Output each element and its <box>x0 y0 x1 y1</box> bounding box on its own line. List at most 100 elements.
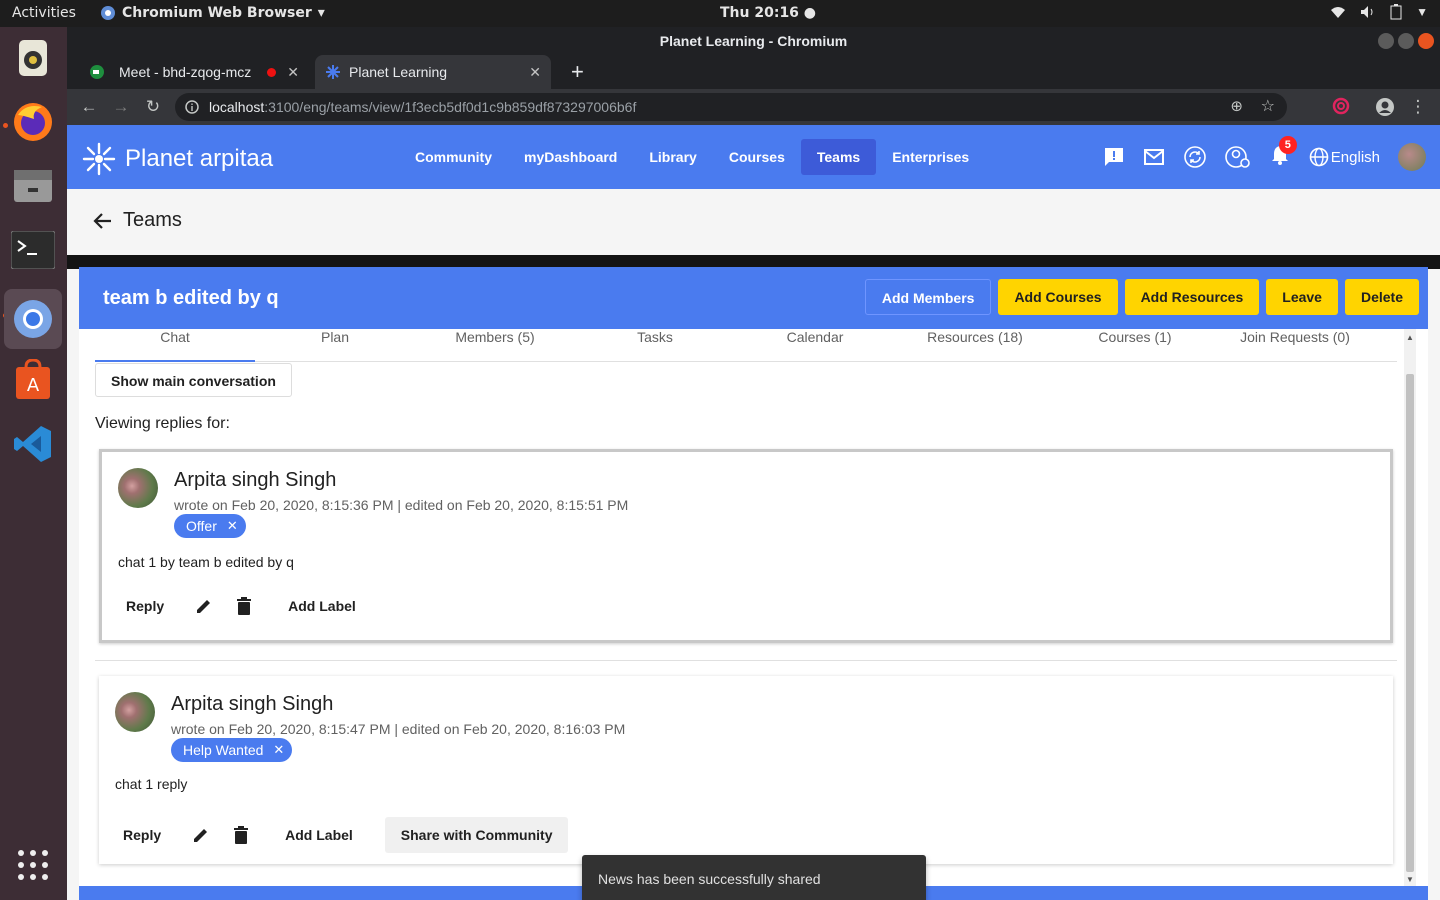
info-icon <box>185 100 199 114</box>
back-icon[interactable]: ← <box>79 97 99 117</box>
new-tab-button[interactable]: + <box>561 55 594 89</box>
share-with-community-button[interactable]: Share with Community <box>384 817 569 853</box>
tab-resources[interactable]: Resources (18) <box>895 329 1055 361</box>
delete-icon[interactable] <box>221 826 261 844</box>
add-members-button[interactable]: Add Members <box>864 279 992 315</box>
extension-icon[interactable] <box>1331 97 1351 117</box>
tab-courses[interactable]: Courses (1) <box>1055 329 1215 361</box>
main-nav: Community myDashboard Library Courses Te… <box>399 139 985 175</box>
software-center-icon[interactable]: A <box>10 357 56 403</box>
tab-plan[interactable]: Plan <box>255 329 415 361</box>
tab-chat[interactable]: Chat <box>95 329 255 362</box>
sync-icon[interactable] <box>1183 145 1207 169</box>
minimize-button[interactable] <box>1378 33 1394 49</box>
maximize-button[interactable] <box>1398 33 1414 49</box>
install-icon[interactable]: ⊕ <box>1230 97 1243 115</box>
close-window-button[interactable] <box>1418 33 1434 49</box>
user-avatar[interactable] <box>1398 143 1426 171</box>
nav-courses[interactable]: Courses <box>713 139 801 175</box>
post-card: Arpita singh Singh wrote on Feb 20, 2020… <box>99 449 1393 643</box>
reply-button[interactable]: Reply <box>115 817 169 853</box>
reload-icon[interactable]: ↻ <box>143 97 163 117</box>
browser-window: Planet Learning - Chromium Meet - bhd-zq… <box>67 27 1440 900</box>
url-path: :3100/eng/teams/view/1f3ecb5df0d1c9b859d… <box>264 99 637 115</box>
tab-tasks[interactable]: Tasks <box>575 329 735 361</box>
add-label-button[interactable]: Add Label <box>277 817 361 853</box>
nav-enterprises[interactable]: Enterprises <box>876 139 985 175</box>
user-settings-icon[interactable] <box>1224 145 1251 169</box>
tab-members[interactable]: Members (5) <box>415 329 575 361</box>
team-content: Chat Plan Members (5) Tasks Calendar Res… <box>79 329 1428 886</box>
add-courses-button[interactable]: Add Courses <box>998 279 1118 315</box>
svg-text:A: A <box>27 375 40 396</box>
more-vert-icon[interactable]: ⋮ <box>1408 97 1428 117</box>
activities-button[interactable]: Activities <box>12 5 76 21</box>
planet-logo-icon <box>82 142 116 176</box>
post-meta: wrote on Feb 20, 2020, 8:15:47 PM | edit… <box>171 721 626 737</box>
vscode-icon[interactable] <box>10 421 56 467</box>
close-tab-icon[interactable]: ✕ <box>529 64 541 81</box>
firefox-icon[interactable] <box>10 99 56 145</box>
scroll-up-icon[interactable]: ▲ <box>1406 333 1414 342</box>
team-panel: team b edited by q Add Members Add Cours… <box>79 267 1428 900</box>
battery-icon <box>1390 4 1402 20</box>
system-tray[interactable]: ▼ <box>1330 4 1428 20</box>
leave-button[interactable]: Leave <box>1266 279 1338 315</box>
tab-meet[interactable]: Meet - bhd-zqog-mcz ✕ <box>79 55 309 89</box>
tab-planet-learning[interactable]: Planet Learning ✕ <box>315 55 551 89</box>
tab-label: Planet Learning <box>349 64 448 80</box>
meet-icon <box>90 65 104 79</box>
add-label-button[interactable]: Add Label <box>280 588 364 624</box>
mail-icon[interactable] <box>1143 146 1165 168</box>
divider <box>95 660 1397 661</box>
nav-community[interactable]: Community <box>399 139 508 175</box>
post-author: Arpita singh Singh <box>171 693 334 715</box>
forward-icon[interactable]: → <box>111 97 131 117</box>
nav-teams[interactable]: Teams <box>800 139 877 175</box>
rhythmbox-icon[interactable] <box>10 35 56 81</box>
remove-label-icon[interactable]: ✕ <box>273 738 284 762</box>
page-title: Teams <box>123 209 182 231</box>
terminal-icon[interactable] <box>10 227 56 273</box>
wifi-icon <box>1331 7 1346 18</box>
language-label: English <box>1330 148 1380 166</box>
globe-icon <box>1309 147 1329 167</box>
show-apps-icon[interactable] <box>10 842 56 888</box>
viewing-replies-label: Viewing replies for: <box>95 415 230 432</box>
notifications-button[interactable]: 5 <box>1269 135 1297 171</box>
app-menu[interactable]: Chromium Web Browser ▾ <box>100 5 325 21</box>
nav-mydashboard[interactable]: myDashboard <box>508 139 633 175</box>
show-main-conversation-button[interactable]: Show main conversation <box>95 363 292 397</box>
edit-icon[interactable] <box>181 826 221 844</box>
scroll-down-icon[interactable]: ▼ <box>1406 875 1414 884</box>
window-titlebar: Planet Learning - Chromium <box>67 27 1440 55</box>
remove-label-icon[interactable]: ✕ <box>227 514 238 538</box>
nav-library[interactable]: Library <box>633 139 712 175</box>
reply-button[interactable]: Reply <box>118 588 172 624</box>
files-icon[interactable] <box>10 163 56 209</box>
clock[interactable]: Thu 20:16 ● <box>720 5 816 21</box>
tab-calendar[interactable]: Calendar <box>735 329 895 361</box>
feedback-icon[interactable] <box>1103 146 1125 168</box>
system-top-bar: Activities Chromium Web Browser ▾ Thu 20… <box>0 0 1440 27</box>
reply-card: Arpita singh Singh wrote on Feb 20, 2020… <box>99 676 1393 864</box>
tab-join-requests[interactable]: Join Requests (0) <box>1215 329 1375 361</box>
edit-icon[interactable] <box>184 597 224 615</box>
language-selector[interactable]: English <box>1309 147 1380 167</box>
notification-badge: 5 <box>1278 135 1297 154</box>
add-resources-button[interactable]: Add Resources <box>1124 279 1260 315</box>
delete-button[interactable]: Delete <box>1344 279 1419 315</box>
bookmark-star-icon[interactable]: ☆ <box>1261 96 1275 116</box>
close-tab-icon[interactable]: ✕ <box>287 64 299 81</box>
dock: A <box>0 27 67 900</box>
back-arrow-icon[interactable] <box>93 211 113 231</box>
chromium-dock-icon[interactable] <box>4 289 62 349</box>
scrollbar[interactable]: ▲ ▼ <box>1404 329 1416 886</box>
scrollbar-thumb[interactable] <box>1406 374 1414 872</box>
delete-icon[interactable] <box>224 597 264 615</box>
profile-icon[interactable] <box>1375 97 1395 117</box>
address-bar[interactable]: localhost:3100/eng/teams/view/1f3ecb5df0… <box>175 93 1287 121</box>
top-navbar: Planet arpitaa Community myDashboard Lib… <box>67 125 1440 189</box>
brand[interactable]: Planet arpitaa <box>81 141 273 177</box>
post-text: chat 1 reply <box>115 776 188 792</box>
